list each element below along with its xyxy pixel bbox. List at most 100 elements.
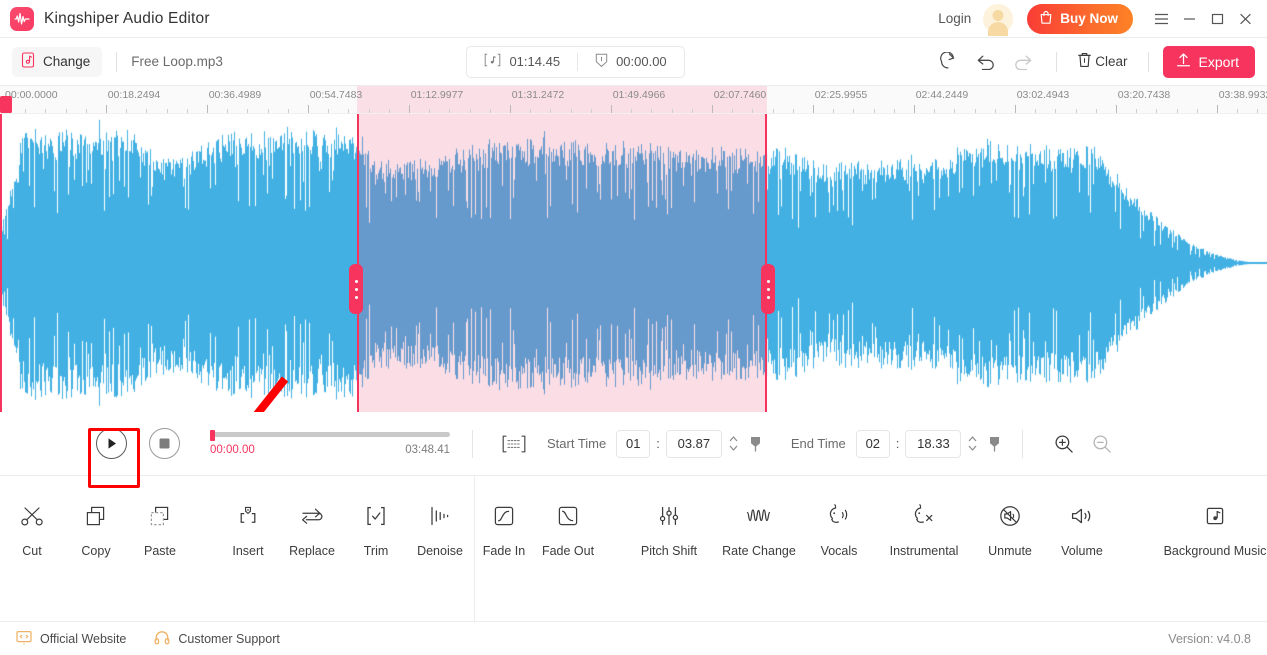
minimize-button[interactable]: [1175, 5, 1203, 33]
tool-label: Vocals: [820, 544, 858, 558]
start-minutes-input[interactable]: 01: [616, 429, 651, 458]
fade-in-icon: [491, 501, 517, 531]
tool-label: Trim: [363, 544, 389, 558]
trash-icon: [1077, 52, 1092, 71]
change-label: Change: [43, 54, 91, 69]
tool-label: Copy: [81, 544, 111, 558]
scissors-icon: [19, 501, 45, 531]
position-cell: 00:00.00: [578, 53, 684, 71]
selection-end-edge[interactable]: [765, 114, 767, 412]
tool-paste[interactable]: Paste: [128, 496, 192, 558]
play-button[interactable]: [96, 428, 127, 459]
export-button[interactable]: Export: [1162, 45, 1255, 78]
toolbar-divider: [116, 51, 118, 72]
tool-fade-out[interactable]: Fade Out: [536, 496, 600, 558]
tool-volume[interactable]: Volume: [1046, 496, 1118, 558]
timeline-ruler[interactable]: 00:00.0000 00:18.2494 00:36.4989 00:54.7483…: [0, 86, 1267, 114]
duration-value: 01:14.45: [509, 54, 561, 69]
tool-label: Replace: [289, 544, 335, 558]
tool-instrumental[interactable]: Instrumental: [874, 496, 974, 558]
playhead-marker[interactable]: [0, 96, 12, 113]
toolbar-actions: Clear Export: [928, 45, 1255, 78]
ruler-label: 00:36.4989: [208, 89, 262, 101]
music-file-icon: [21, 52, 35, 71]
selection-start-edge[interactable]: [357, 114, 359, 412]
change-file-button[interactable]: Change: [12, 46, 103, 77]
start-pin-button[interactable]: [750, 436, 761, 452]
selection-end-handle[interactable]: [761, 264, 775, 314]
end-time-stepper[interactable]: [968, 436, 977, 451]
tool-fade-in[interactable]: Fade In: [472, 496, 536, 558]
ruler-label: 00:00.0000: [5, 89, 58, 101]
ruler-label: 03:02.4943: [1016, 89, 1070, 101]
end-seconds-input[interactable]: 18.33: [905, 429, 962, 458]
denoise-icon: [427, 501, 453, 531]
tool-label: Cut: [22, 544, 42, 558]
tool-label: Insert: [232, 544, 264, 558]
end-time-colon: :: [895, 436, 900, 451]
selection-start-handle[interactable]: [349, 264, 363, 314]
monitor-icon: [16, 630, 32, 648]
tool-pitch-shift[interactable]: Pitch Shift: [624, 496, 714, 558]
ruler-label: 01:12.9977: [410, 89, 464, 101]
tool-copy[interactable]: Copy: [64, 496, 128, 558]
select-range-button[interactable]: [495, 428, 533, 460]
time-info-box: 01:14.45 00:00.00: [466, 45, 685, 78]
start-time-colon: :: [656, 436, 660, 451]
official-website-link[interactable]: Official Website: [16, 630, 126, 648]
clear-button[interactable]: Clear: [1071, 52, 1133, 71]
music-note-icon: [1202, 501, 1228, 531]
waveform-icon: [744, 501, 774, 531]
zoom-out-button[interactable]: [1083, 428, 1121, 460]
tool-denoise[interactable]: Denoise: [408, 496, 472, 558]
ruler-label: 03:38.9932: [1218, 89, 1267, 101]
main-toolbar: Change Free Loop.mp3 01:14.45 00:00.00 C…: [0, 38, 1267, 86]
shopping-bag-icon: [1039, 10, 1053, 28]
start-time-label: Start Time: [547, 436, 607, 451]
playback-progress[interactable]: 00:00.00 03:48.41: [210, 429, 450, 456]
transport-bar: 00:00.00 03:48.41 Start Time 01 : 03.87: [0, 412, 1267, 476]
tool-vocals[interactable]: Vocals: [804, 496, 874, 558]
tool-rate-change[interactable]: Rate Change: [714, 496, 804, 558]
start-time-stepper[interactable]: [729, 436, 738, 451]
progress-track[interactable]: [210, 429, 450, 441]
insert-icon: [235, 501, 261, 531]
tool-label: Fade In: [482, 544, 526, 558]
fade-out-icon: [555, 501, 581, 531]
start-seconds-input[interactable]: 03.87: [665, 429, 722, 458]
tool-cut[interactable]: Cut: [0, 496, 64, 558]
undo-button[interactable]: [966, 46, 1004, 78]
export-label: Export: [1198, 53, 1239, 70]
buy-now-button[interactable]: Buy Now: [1027, 3, 1133, 34]
tool-trim[interactable]: Trim: [344, 496, 408, 558]
login-button[interactable]: Login: [938, 11, 971, 26]
avatar[interactable]: [983, 3, 1014, 36]
tool-unmute[interactable]: Unmute: [974, 496, 1046, 558]
zoom-in-button[interactable]: [1045, 428, 1083, 460]
tool-background-music[interactable]: Background Music: [1142, 496, 1267, 558]
end-minutes-input[interactable]: 02: [855, 429, 890, 458]
close-button[interactable]: [1231, 5, 1259, 33]
tool-label: Paste: [144, 544, 176, 558]
waveform-canvas[interactable]: [0, 114, 1267, 412]
transport-divider-1: [472, 429, 473, 458]
stop-button[interactable]: [149, 428, 180, 459]
waveform-area[interactable]: [0, 114, 1267, 412]
paste-icon: [147, 501, 173, 531]
end-pin-button[interactable]: [989, 436, 1000, 452]
tool-insert[interactable]: Insert: [216, 496, 280, 558]
ruler-label: 02:44.2449: [915, 89, 969, 101]
refresh-button[interactable]: [928, 46, 966, 78]
redo-button[interactable]: [1004, 46, 1042, 78]
tool-label: Unmute: [988, 544, 1032, 558]
progress-knob[interactable]: [210, 429, 215, 441]
actions-divider-1: [1056, 51, 1058, 72]
ruler-label: 02:25.9955: [814, 89, 868, 101]
tool-label: Instrumental: [889, 544, 959, 558]
customer-support-link[interactable]: Customer Support: [154, 630, 280, 648]
maximize-button[interactable]: [1203, 5, 1231, 33]
app-window: Kingshiper Audio Editor Login Buy Now Ch…: [0, 0, 1267, 655]
sliders-icon: [656, 501, 682, 531]
menu-button[interactable]: [1147, 5, 1175, 33]
tool-replace[interactable]: Replace: [280, 496, 344, 558]
